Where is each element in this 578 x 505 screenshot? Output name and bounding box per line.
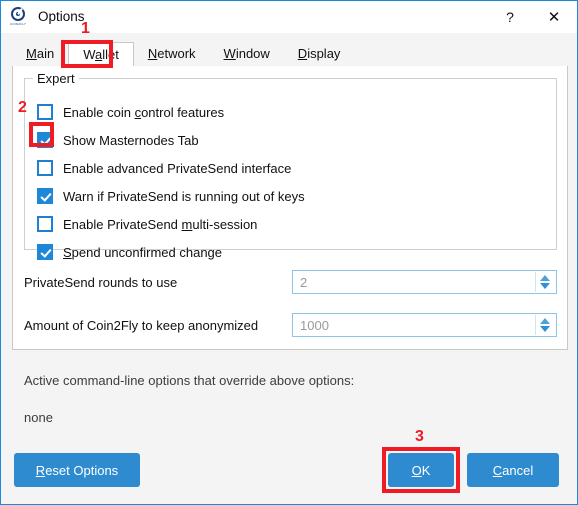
privatesend-rounds-row: PrivateSend rounds to use 2 [24,270,557,294]
tab-window-label: Window [223,46,270,61]
tab-network-label: Network [147,46,196,61]
checkbox-row-coin-control[interactable]: Enable coin control features [37,103,224,121]
checkbox-multi-session-label: Enable PrivateSend multi-session [63,216,258,232]
checkbox-masternodes-tab[interactable] [37,132,53,148]
keep-anonymized-label: Amount of Coin2Fly to keep anonymized [24,317,259,333]
options-dialog: COIN2FLY Options ? ✕ Main Wallet Network… [0,0,578,505]
chevron-down-icon[interactable] [540,326,550,332]
chevron-down-icon[interactable] [540,283,550,289]
wallet-tab-panel: Expert Enable coin control features Show… [12,66,568,350]
checkbox-row-masternodes-tab[interactable]: Show Masternodes Tab [37,131,199,149]
checkbox-warn-keys[interactable] [37,188,53,204]
checkbox-coin-control-label: Enable coin control features [63,104,225,120]
keep-anonymized-row: Amount of Coin2Fly to keep anonymized 10… [24,313,557,337]
tab-window[interactable]: Window [210,41,284,66]
keep-anonymized-stepper[interactable] [535,315,554,335]
app-logo-icon: COIN2FLY [10,7,30,27]
checkbox-advanced-privatesend[interactable] [37,160,53,176]
checkbox-spend-unconfirmed[interactable] [37,244,53,260]
privatesend-rounds-spinbox[interactable]: 2 [292,270,557,294]
expert-group-title: Expert [33,71,79,86]
tab-strip: Main Wallet Network Window Display [12,41,568,67]
checkbox-masternodes-tab-label: Show Masternodes Tab [63,132,199,148]
app-logo-subtext: COIN2FLY [10,22,27,26]
checkbox-row-warn-keys[interactable]: Warn if PrivateSend is running out of ke… [37,187,305,205]
checkbox-multi-session[interactable] [37,216,53,232]
cancel-button[interactable]: Cancel [467,453,559,487]
chevron-up-icon[interactable] [540,275,550,281]
tab-wallet-label: Wallet [83,47,119,62]
chevron-up-icon[interactable] [540,318,550,324]
help-icon[interactable]: ? [489,2,531,33]
reset-options-button[interactable]: Reset Options [14,453,140,487]
keep-anonymized-value: 1000 [300,317,329,333]
checkbox-coin-control[interactable] [37,104,53,120]
annotation-marker-3: 3 [415,428,424,445]
title-bar-buttons: ? ✕ [489,1,577,33]
tab-display-label: Display [297,46,341,61]
title-bar: COIN2FLY Options ? ✕ [1,1,577,33]
window-title: Options [38,9,85,25]
tab-network[interactable]: Network [134,41,210,66]
keep-anonymized-spinbox[interactable]: 1000 [292,313,557,337]
privatesend-rounds-stepper[interactable] [535,272,554,292]
close-icon[interactable]: ✕ [531,2,577,33]
tab-wallet[interactable]: Wallet [68,42,134,67]
checkbox-row-multi-session[interactable]: Enable PrivateSend multi-session [37,215,257,233]
ok-button[interactable]: OK [388,453,454,487]
checkbox-row-advanced-privatesend[interactable]: Enable advanced PrivateSend interface [37,159,291,177]
checkbox-spend-unconfirmed-label: Spend unconfirmed change [63,244,223,260]
privatesend-rounds-value: 2 [300,274,308,290]
privatesend-rounds-label: PrivateSend rounds to use [24,274,178,290]
checkbox-advanced-privatesend-label: Enable advanced PrivateSend interface [63,160,292,176]
tab-display[interactable]: Display [284,41,355,66]
tab-main-label: Main [26,46,55,61]
checkbox-row-spend-unconfirmed[interactable]: Spend unconfirmed change [37,243,222,261]
command-line-value: none [24,410,53,425]
expert-group-box: Expert Enable coin control features Show… [24,71,557,260]
tab-main[interactable]: Main [12,41,68,66]
command-line-heading: Active command-line options that overrid… [24,373,355,388]
checkbox-warn-keys-label: Warn if PrivateSend is running out of ke… [63,188,305,204]
